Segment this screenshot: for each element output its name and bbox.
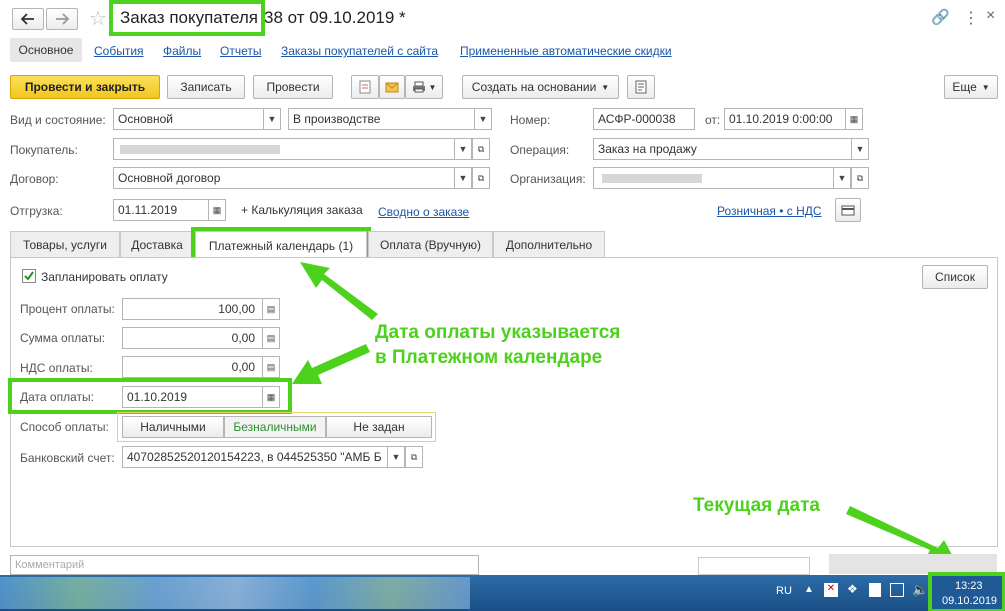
comment-input[interactable]: Комментарий [10, 555, 479, 575]
taskbar-date: 09.10.2019 [942, 595, 998, 607]
tray-device-icon[interactable] [869, 583, 881, 597]
annotation-payment-date-line2: в Платежном календаре [375, 347, 603, 368]
taskbar-apps-blurred [0, 577, 470, 609]
annotation-current-date: Текущая дата [693, 495, 820, 516]
arrow-to-date [292, 344, 370, 384]
taskbar-language[interactable]: RU [776, 585, 792, 597]
tray-network-icon[interactable] [890, 583, 904, 597]
tray-flag-icon[interactable]: ✕ [824, 583, 838, 597]
arrow-to-tab [300, 262, 378, 320]
tray-dropbox-icon[interactable]: ❖ [847, 582, 858, 596]
tray-volume-icon[interactable]: 🔈 [912, 582, 928, 598]
bottom-field-right [698, 557, 810, 575]
annotation-arrows [292, 262, 958, 566]
tray-up-arrow-icon[interactable]: ▲ [804, 584, 814, 595]
bottom-bar-right [829, 554, 997, 574]
comment-placeholder: Комментарий [15, 559, 85, 571]
taskbar-time: 13:23 [955, 580, 983, 592]
annotation-payment-date-line1: Дата оплаты указывается [375, 322, 621, 343]
